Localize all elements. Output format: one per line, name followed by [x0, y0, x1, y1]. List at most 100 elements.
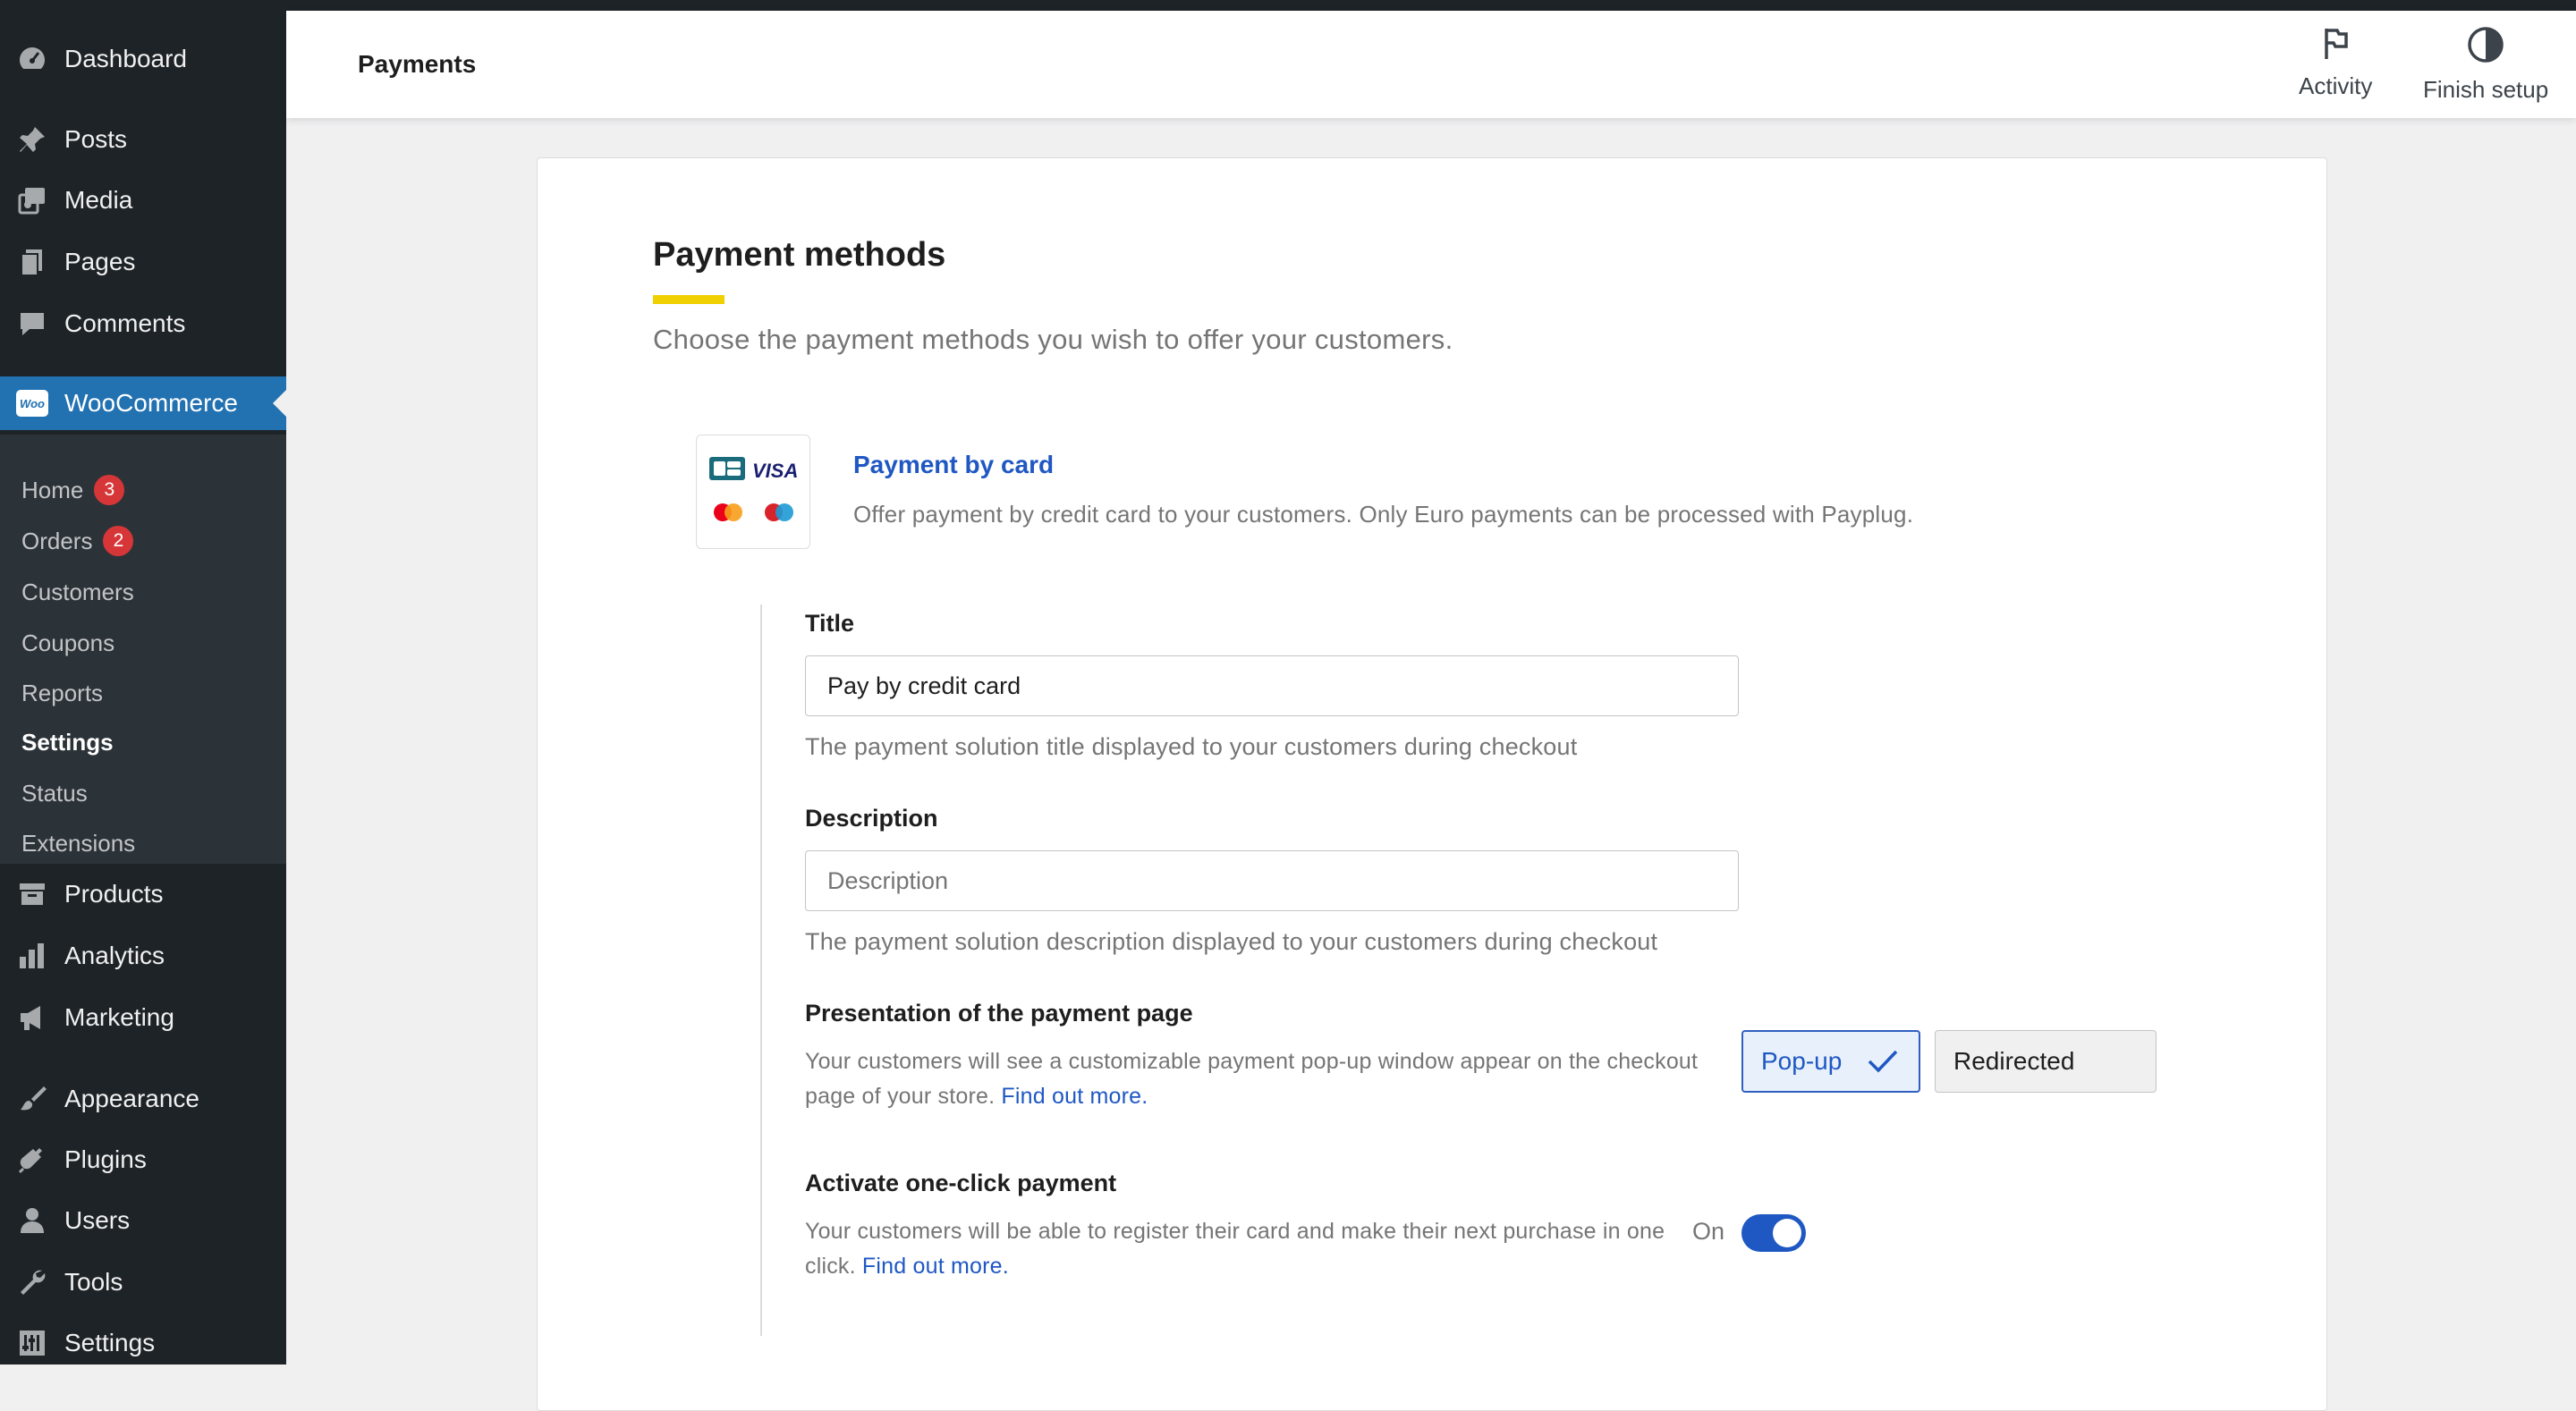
sidebar-item-label: Comments: [64, 309, 186, 337]
submenu-item-home[interactable]: Home 3: [21, 472, 125, 508]
page-header: Payments Activity Finish setup: [286, 11, 2576, 118]
sidebar-item-appearance[interactable]: Appearance: [0, 1072, 286, 1126]
submenu-item-label: Home: [21, 476, 84, 503]
media-icon: [16, 184, 48, 216]
page-title: Payments: [358, 50, 477, 78]
sidebar-item-label: Plugins: [64, 1145, 147, 1173]
sidebar-item-pages[interactable]: Pages: [0, 235, 286, 289]
sidebar-item-label: Appearance: [64, 1085, 200, 1112]
section-title: Payment methods: [653, 236, 946, 274]
description-help-text: The payment solution description display…: [805, 928, 1658, 955]
sidebar-item-marketing[interactable]: Marketing: [0, 991, 286, 1044]
checkmark-icon: [1867, 1048, 1899, 1081]
submenu-item-label: Reports: [21, 679, 104, 706]
redirected-option-label: Redirected: [1953, 1047, 2075, 1075]
settings-divider: [760, 604, 762, 1336]
card-brands-logo: VISA: [696, 435, 810, 549]
sidebar-item-label: Products: [64, 880, 164, 908]
presentation-find-out-more-link[interactable]: Find out more.: [1001, 1084, 1148, 1109]
sidebar-item-media[interactable]: Media: [0, 173, 286, 227]
submenu-item-label: Coupons: [21, 629, 115, 656]
dashboard-icon: [16, 43, 48, 75]
comment-icon: [16, 308, 48, 340]
sidebar-item-woocommerce[interactable]: Woo WooCommerce: [0, 376, 286, 430]
progress-circle-icon: [2466, 25, 2505, 76]
megaphone-icon: [16, 1001, 48, 1034]
toggle-knob: [1773, 1219, 1801, 1247]
user-icon: [16, 1204, 48, 1237]
payment-method-description: Offer payment by credit card to your cus…: [853, 501, 1914, 528]
bar-chart-icon: [16, 940, 48, 972]
sidebar-item-dashboard[interactable]: Dashboard: [0, 32, 286, 86]
sidebar-item-tools[interactable]: Tools: [0, 1255, 286, 1309]
woocommerce-logo-text: Woo: [16, 390, 48, 417]
title-underline: [653, 295, 724, 304]
sidebar-item-label: Users: [64, 1206, 131, 1234]
title-field-label: Title: [805, 610, 855, 637]
sidebar-item-label: Settings: [64, 1329, 156, 1356]
submenu-item-coupons[interactable]: Coupons: [21, 625, 114, 661]
sidebar-item-label: Media: [64, 186, 133, 214]
popup-option-label: Pop-up: [1761, 1047, 1843, 1075]
submenu-item-reports[interactable]: Reports: [21, 675, 103, 711]
sidebar-item-posts[interactable]: Posts: [0, 113, 286, 166]
sidebar-item-comments[interactable]: Comments: [0, 297, 286, 351]
woocommerce-logo-icon: Woo: [16, 387, 48, 419]
description-input[interactable]: [805, 850, 1739, 911]
submenu-item-label: Customers: [21, 578, 134, 605]
pin-icon: [16, 123, 48, 156]
description-field-label: Description: [805, 805, 938, 832]
redirected-option-button[interactable]: Redirected: [1935, 1030, 2157, 1093]
admin-sidebar: Dashboard Posts Media Pages Comments Woo…: [0, 0, 286, 1365]
sidebar-item-label: Analytics: [64, 942, 165, 969]
settings-icon: [16, 1327, 48, 1359]
oneclick-toggle[interactable]: [1741, 1214, 1806, 1252]
presentation-label: Presentation of the payment page: [805, 1000, 1193, 1027]
oneclick-find-out-more-link[interactable]: Find out more.: [862, 1254, 1009, 1279]
oneclick-description: Your customers will be able to register …: [805, 1214, 1682, 1284]
presentation-description: Your customers will see a customizable p…: [805, 1044, 1699, 1114]
popup-option-button[interactable]: Pop-up: [1741, 1030, 1920, 1093]
count-badge: 3: [94, 475, 125, 505]
section-subtitle: Choose the payment methods you wish to o…: [653, 324, 1453, 355]
submenu-item-orders[interactable]: Orders 2: [21, 523, 134, 559]
submenu-item-customers[interactable]: Customers: [21, 574, 134, 610]
sidebar-item-users[interactable]: Users: [0, 1194, 286, 1247]
sidebar-item-analytics[interactable]: Analytics: [0, 929, 286, 983]
activity-label: Activity: [2299, 72, 2373, 99]
brush-icon: [16, 1083, 48, 1115]
wrench-icon: [16, 1266, 48, 1298]
submenu-item-label: Orders: [21, 527, 93, 554]
submenu-item-label: Settings: [21, 728, 114, 756]
sidebar-item-label: Marketing: [64, 1003, 174, 1031]
woocommerce-submenu: Home 3 Orders 2 Customers Coupons Report…: [0, 435, 286, 864]
archive-icon: [16, 878, 48, 910]
sidebar-item-label: Posts: [64, 125, 128, 153]
sidebar-item-label: Dashboard: [64, 45, 187, 72]
plug-icon: [16, 1144, 48, 1176]
pages-icon: [16, 246, 48, 278]
activity-button[interactable]: Activity: [2299, 25, 2372, 100]
flag-icon: [2318, 25, 2353, 72]
submenu-item-label: Extensions: [21, 829, 136, 857]
title-help-text: The payment solution title displayed to …: [805, 733, 1578, 760]
sidebar-item-products[interactable]: Products: [0, 867, 286, 921]
finish-setup-button[interactable]: Finish setup: [2423, 25, 2548, 104]
toggle-state-label: On: [1692, 1218, 1725, 1245]
card-logos-icon: VISA: [709, 457, 798, 521]
title-input[interactable]: [805, 655, 1739, 716]
sidebar-item-settings[interactable]: Settings: [0, 1316, 286, 1370]
count-badge: 2: [103, 526, 134, 556]
submenu-item-extensions[interactable]: Extensions: [21, 825, 135, 861]
admin-bar: [0, 0, 2576, 11]
payment-method-title[interactable]: Payment by card: [853, 451, 1054, 479]
sidebar-item-plugins[interactable]: Plugins: [0, 1133, 286, 1187]
current-menu-arrow: [273, 390, 286, 417]
presentation-text: Your customers will see a customizable p…: [805, 1049, 1699, 1109]
submenu-item-status[interactable]: Status: [21, 775, 88, 811]
submenu-item-label: Status: [21, 779, 88, 807]
oneclick-label: Activate one-click payment: [805, 1170, 1117, 1196]
submenu-item-settings[interactable]: Settings: [21, 724, 114, 760]
sidebar-item-label: Tools: [64, 1268, 123, 1296]
sidebar-item-label: Pages: [64, 248, 136, 275]
